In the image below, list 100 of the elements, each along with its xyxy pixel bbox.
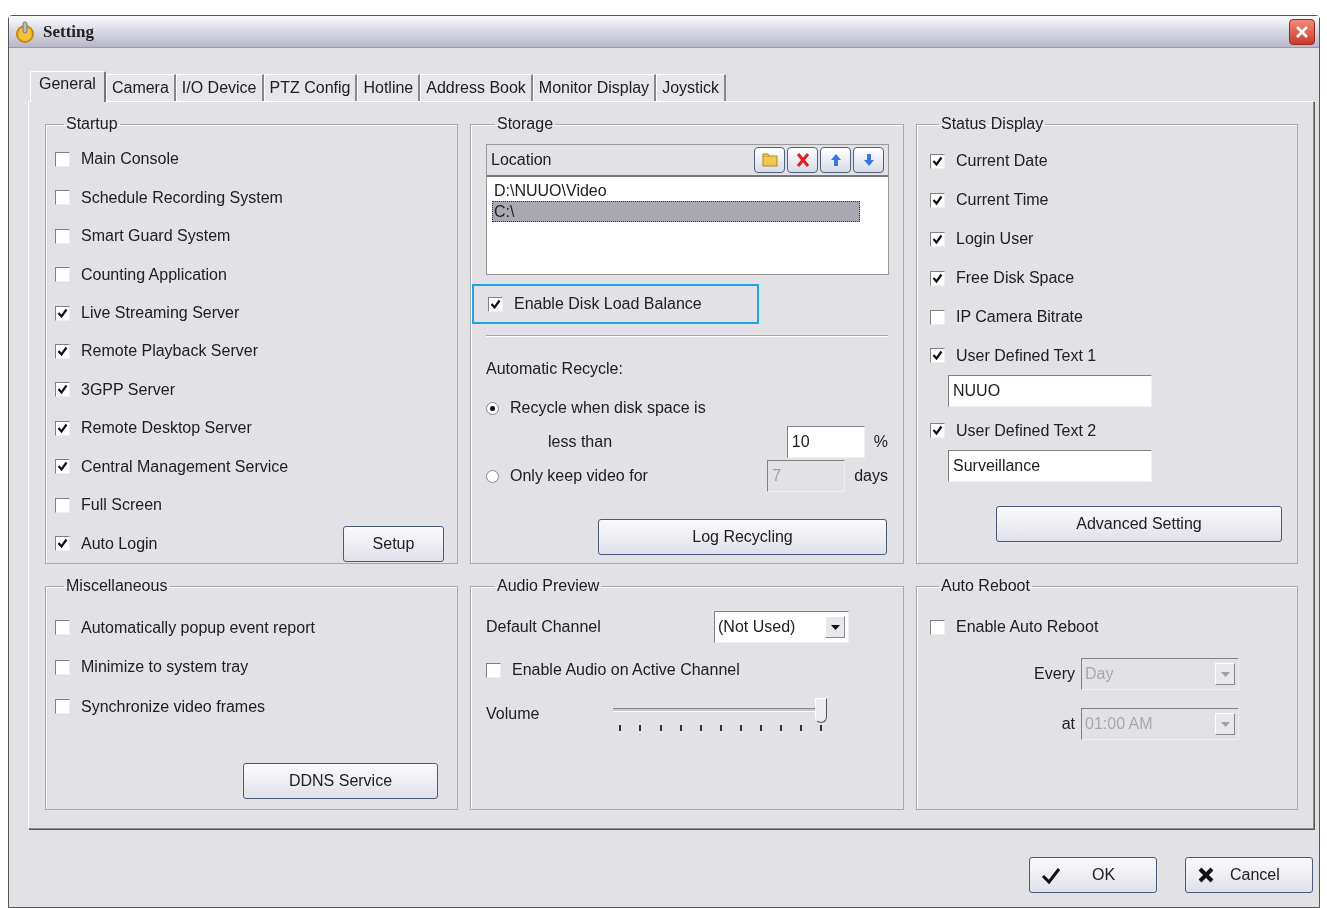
checkbox-label: Free Disk Space	[956, 268, 1075, 289]
input-field[interactable]: NUUO	[948, 375, 1152, 408]
dropdown-value: (Not Used)	[718, 617, 796, 637]
dropdown-value: 01:00 AM	[1085, 714, 1153, 734]
checkbox-label: Full Screen	[81, 495, 162, 516]
toolbar-button[interactable]	[787, 147, 818, 173]
tab[interactable]: Address Book	[420, 74, 533, 101]
group-title: Auto Reboot	[940, 576, 1031, 596]
input-field[interactable]: Surveillance	[948, 450, 1152, 483]
checkbox-label: Main Console	[81, 149, 179, 170]
checkbox[interactable]	[55, 305, 70, 321]
checkbox[interactable]	[55, 228, 70, 244]
checkbox[interactable]	[930, 231, 945, 247]
checkbox[interactable]	[55, 151, 70, 167]
unit-label: days	[854, 466, 888, 486]
check-icon	[1040, 865, 1062, 885]
checkbox-label: Auto Login	[81, 533, 158, 554]
checkbox[interactable]	[55, 459, 70, 475]
field-label: Default Channel	[486, 617, 601, 637]
checkbox[interactable]	[55, 344, 70, 359]
window-title: Setting	[43, 20, 94, 43]
tab[interactable]: Hotline	[357, 74, 421, 101]
toolbar-button[interactable]	[820, 147, 851, 173]
tab[interactable]: PTZ Config	[263, 74, 358, 101]
checkbox[interactable]	[55, 382, 70, 398]
button[interactable]: Log Recycling	[598, 519, 887, 555]
button[interactable]: DDNS Service	[243, 762, 438, 799]
checkbox[interactable]	[930, 192, 945, 208]
checkbox-label: Minimize to system tray	[81, 657, 249, 678]
checkbox-label: Counting Application	[81, 264, 227, 285]
folder-icon	[759, 150, 780, 170]
tab[interactable]: Joystick	[656, 74, 727, 101]
checkbox-label: Schedule Recording System	[81, 187, 283, 208]
group-title: Startup	[65, 114, 119, 134]
checkbox[interactable]	[930, 423, 945, 439]
checkbox[interactable]	[486, 662, 501, 678]
group-title: Storage	[496, 114, 555, 134]
checkbox[interactable]	[55, 267, 70, 283]
checkbox-label: Smart Guard System	[81, 226, 231, 247]
list-item[interactable]: D:\NUUO\Video	[492, 180, 860, 201]
checkbox-label: 3GPP Server	[81, 379, 175, 400]
power-icon	[13, 20, 37, 43]
field-label: at	[1061, 714, 1075, 734]
button[interactable]: Cancel	[1185, 857, 1313, 893]
dropdown[interactable]: (Not Used)	[714, 611, 849, 643]
checkbox-label: Remote Desktop Server	[81, 418, 252, 439]
field-label: Volume	[486, 704, 540, 724]
slider-thumb[interactable]	[815, 698, 828, 723]
checkbox[interactable]	[930, 348, 945, 364]
checkbox[interactable]	[930, 153, 945, 169]
radio-label: Only keep video for	[510, 466, 648, 486]
checkbox-label: Enable Audio on Active Channel	[512, 660, 740, 680]
checkbox-label: Synchronize video frames	[81, 696, 266, 717]
group-title: Status Display	[940, 114, 1045, 134]
checkbox-label: Login User	[956, 229, 1034, 250]
checkbox[interactable]	[930, 309, 945, 325]
toolbar-button[interactable]	[754, 147, 785, 173]
button[interactable]: OK	[1029, 857, 1157, 893]
section-label: Automatic Recycle:	[486, 359, 624, 379]
checkbox-label: Enable Disk Load Balance	[514, 294, 702, 314]
checkbox-label: Current Time	[956, 190, 1049, 211]
close-button[interactable]	[1289, 18, 1315, 45]
column-header: Location	[491, 150, 552, 170]
button[interactable]: Advanced Setting	[996, 506, 1282, 543]
unit-label: %	[873, 432, 888, 452]
checkbox-label: Enable Auto Reboot	[956, 617, 1099, 637]
checkbox-label: Central Management Service	[81, 456, 289, 477]
radio-button[interactable]	[486, 401, 499, 415]
caret-icon	[1220, 721, 1230, 727]
checkbox[interactable]	[55, 497, 70, 513]
checkbox-label: User Defined Text 1	[956, 345, 1097, 366]
checkbox[interactable]	[930, 619, 945, 635]
group-title: Miscellaneous	[65, 576, 169, 596]
tab[interactable]: Camera	[105, 74, 176, 101]
checkbox[interactable]	[488, 296, 503, 312]
checkbox[interactable]	[55, 699, 70, 715]
checkbox[interactable]	[55, 659, 70, 675]
checkbox[interactable]	[55, 620, 70, 636]
input-field[interactable]: 10	[786, 426, 865, 458]
caret-icon	[830, 624, 840, 630]
list-item[interactable]: C:\	[492, 201, 860, 222]
field-label: less than	[548, 432, 613, 452]
tab[interactable]: General	[30, 71, 106, 102]
checkbox-label: User Defined Text 2	[956, 420, 1097, 441]
close-icon	[1295, 24, 1309, 39]
button[interactable]: Setup	[343, 525, 444, 562]
checkbox-label: Current Date	[956, 151, 1048, 172]
radio-label: Recycle when disk space is	[510, 398, 706, 418]
checkbox[interactable]	[55, 190, 70, 206]
dropdown-value: Day	[1085, 664, 1114, 684]
caret-icon	[1220, 671, 1230, 677]
group-title: Audio Preview	[496, 576, 601, 596]
toolbar-button[interactable]	[853, 147, 884, 173]
checkbox[interactable]	[55, 420, 70, 436]
tab[interactable]: I/O Device	[175, 74, 264, 101]
tab[interactable]: Monitor Display	[532, 74, 657, 101]
checkbox-label: IP Camera Bitrate	[956, 307, 1083, 327]
checkbox[interactable]	[930, 270, 945, 286]
checkbox[interactable]	[55, 536, 70, 552]
checkbox-label: Automatically popup event report	[81, 617, 315, 638]
